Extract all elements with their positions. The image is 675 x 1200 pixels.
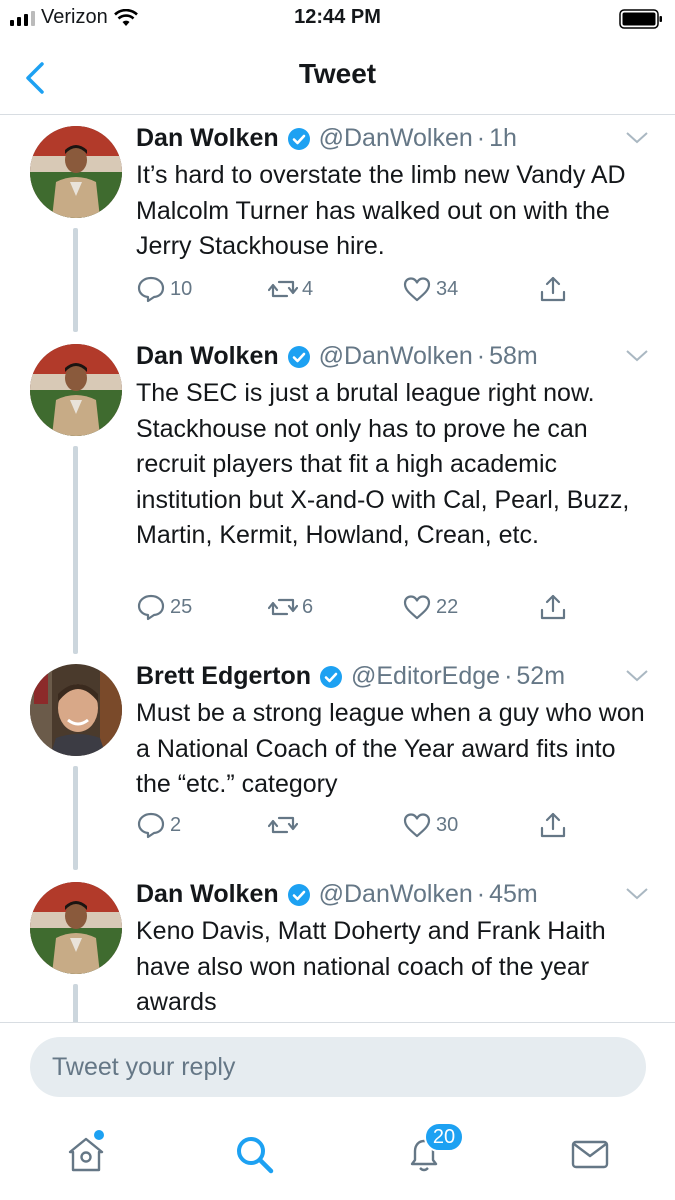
tweet[interactable]: Dan Wolken @DanWolken · 45m Keno Davis, Ma… <box>0 880 675 1022</box>
retweet-count: 6 <box>302 595 314 618</box>
timestamp: 58m <box>489 342 538 370</box>
notifications-badge: 20 <box>424 1122 464 1152</box>
avatar[interactable] <box>30 664 122 756</box>
avatar[interactable] <box>30 344 122 436</box>
author-handle[interactable]: @DanWolken <box>319 880 473 909</box>
tweet-text: Must be a strong league when a guy who w… <box>136 699 645 798</box>
reply-count: 2 <box>170 813 182 836</box>
retweet-button[interactable] <box>268 810 302 840</box>
retweet-button[interactable]: 6 <box>268 592 313 622</box>
tweet-header: Dan Wolken @DanWolken · 1h <box>136 124 517 153</box>
mail-icon[interactable] <box>568 1132 612 1176</box>
home-unread-dot <box>94 1130 104 1140</box>
thread-line <box>73 984 78 1022</box>
nav-header: Tweet <box>0 40 675 115</box>
thread-line <box>73 228 78 332</box>
avatar-photo-dan <box>30 882 122 974</box>
author-handle[interactable]: @EditorEdge <box>351 662 500 691</box>
like-button[interactable]: 30 <box>402 810 458 840</box>
thread-line <box>73 766 78 870</box>
separator: · <box>476 880 486 908</box>
timestamp: 1h <box>489 124 517 152</box>
page-title: Tweet <box>298 58 377 89</box>
avatar[interactable] <box>30 126 122 218</box>
tweet-actions: 10 4 34 <box>136 274 636 310</box>
share-button[interactable] <box>538 592 568 622</box>
tweet-header: Brett Edgerton @EditorEdge · 52m <box>136 662 565 691</box>
chevron-down-icon[interactable] <box>624 668 650 684</box>
chevron-down-icon[interactable] <box>624 348 650 364</box>
thread-line <box>73 446 78 654</box>
tweet-actions: 25 6 22 <box>136 592 636 628</box>
author-handle[interactable]: @DanWolken <box>319 124 473 153</box>
reply-button[interactable]: 25 <box>136 592 192 622</box>
author-handle[interactable]: @DanWolken <box>319 342 473 371</box>
reply-composer <box>0 1022 675 1113</box>
retweet-button[interactable]: 4 <box>268 274 313 304</box>
tweet-text: It’s hard to overstate the limb new Vand… <box>136 161 626 260</box>
battery-icon <box>619 9 662 29</box>
separator: · <box>504 662 513 690</box>
tweet[interactable]: Dan Wolken @DanWolken · 1h It’s hard to ov… <box>0 124 675 334</box>
verified-badge-icon <box>287 883 310 906</box>
reply-count: 10 <box>170 277 193 300</box>
tweet-text: The SEC is just a brutal league right no… <box>136 379 630 549</box>
share-icon <box>540 594 566 620</box>
share-icon <box>540 812 566 838</box>
retweet-count: 4 <box>302 277 314 300</box>
author-name[interactable]: Dan Wolken <box>136 880 279 909</box>
reply-button[interactable]: 10 <box>136 274 192 304</box>
status-bar: Verizon 12:44 PM <box>0 0 675 40</box>
separator: · <box>476 124 486 152</box>
like-button[interactable]: 22 <box>402 592 458 622</box>
avatar[interactable] <box>30 882 122 974</box>
tweet[interactable]: Dan Wolken @DanWolken · 58m The SEC is jus… <box>0 342 675 654</box>
clock: 12:44 PM <box>294 6 381 28</box>
author-name[interactable]: Dan Wolken <box>136 342 279 371</box>
tweet-header: Dan Wolken @DanWolken · 58m <box>136 342 538 371</box>
timestamp: 45m <box>489 880 538 908</box>
reply-input[interactable] <box>30 1037 646 1097</box>
retweet-icon <box>268 598 298 616</box>
tweet-text: Keno Davis, Matt Doherty and Frank Haith… <box>136 917 606 1016</box>
retweet-icon <box>268 280 298 298</box>
timestamp: 52m <box>516 662 566 690</box>
avatar-photo-dan <box>30 126 122 218</box>
heart-icon <box>403 277 431 302</box>
retweet-icon <box>268 816 298 834</box>
tweet-actions: 2 30 <box>136 810 636 846</box>
chevron-down-icon[interactable] <box>624 130 650 146</box>
verified-badge-icon <box>287 127 310 150</box>
like-button[interactable]: 34 <box>402 274 458 304</box>
chevron-down-icon[interactable] <box>624 886 650 902</box>
search-icon[interactable] <box>232 1132 276 1176</box>
like-count: 34 <box>436 277 459 300</box>
share-button[interactable] <box>538 810 568 840</box>
reply-icon <box>137 812 165 839</box>
verified-badge-icon <box>287 345 310 368</box>
share-icon <box>540 276 566 302</box>
tweet-header: Dan Wolken @DanWolken · 45m <box>136 880 538 909</box>
heart-icon <box>403 813 431 838</box>
separator: · <box>476 342 486 370</box>
avatar-photo-brett <box>30 664 122 756</box>
tweet[interactable]: Brett Edgerton @EditorEdge · 52m Must be a… <box>0 662 675 872</box>
avatar-photo-dan <box>30 344 122 436</box>
reply-icon <box>137 276 165 303</box>
reply-button[interactable]: 2 <box>136 810 181 840</box>
author-name[interactable]: Brett Edgerton <box>136 662 311 691</box>
reply-icon <box>137 594 165 621</box>
reply-count: 25 <box>170 595 193 618</box>
like-count: 30 <box>436 813 459 836</box>
like-count: 22 <box>436 595 459 618</box>
heart-icon <box>403 595 431 620</box>
tab-bar <box>0 1112 675 1200</box>
author-name[interactable]: Dan Wolken <box>136 124 279 153</box>
verified-badge-icon <box>320 665 342 688</box>
share-button[interactable] <box>538 274 568 304</box>
